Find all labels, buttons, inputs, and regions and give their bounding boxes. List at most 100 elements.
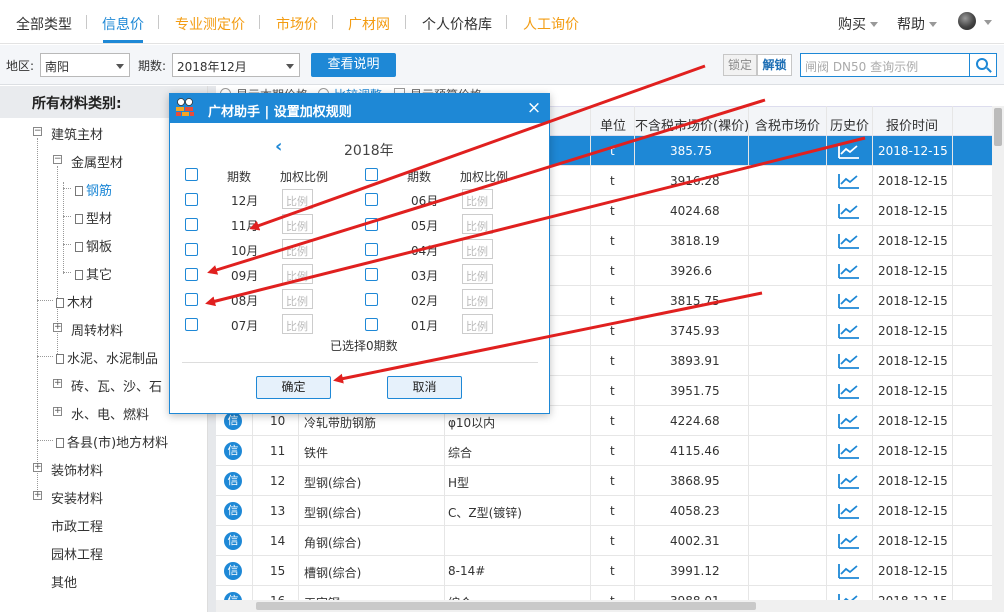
nav-professional-price[interactable]: 专业测定价 [175,14,245,34]
ratio-input[interactable]: 比例 [462,264,493,284]
ratio-input[interactable]: 比例 [462,239,493,259]
ratio-input[interactable]: 比例 [462,214,493,234]
tree-item-rebar[interactable]: 钢筋 [75,180,112,199]
tree-item-municipal[interactable]: 市政工程 [51,516,103,535]
expand-toggle-icon[interactable]: + [53,407,62,416]
table-row[interactable]: 信 12 型钢(综合) H型 t 3868.95 2018-12-15 [216,466,992,496]
month-checkbox[interactable] [365,318,378,331]
month-checkbox[interactable] [365,193,378,206]
tree-item-other[interactable]: 其它 [75,264,112,283]
horizontal-scrollbar[interactable] [216,600,992,612]
month-checkbox[interactable] [185,318,198,331]
month-checkbox[interactable] [185,293,198,306]
month-checkbox[interactable] [185,268,198,281]
trend-chart-icon[interactable] [838,203,860,219]
ratio-input[interactable]: 比例 [282,314,313,334]
tree-item-installation[interactable]: 安装材料 [51,488,103,507]
expand-toggle-icon[interactable]: + [53,379,62,388]
buy-menu[interactable]: 购买 [838,14,878,34]
month-checkbox[interactable] [185,193,198,206]
trend-chart-icon[interactable] [838,263,860,279]
ratio-input[interactable]: 比例 [462,314,493,334]
nav-labor-inquiry[interactable]: 人工询价 [523,14,579,34]
month-checkbox[interactable] [365,293,378,306]
info-badge-icon[interactable]: 信 [224,442,242,460]
tree-item-county[interactable]: 各县(市)地方材料 [56,432,168,451]
tree-item-steel-plate[interactable]: 钢板 [75,236,112,255]
chevron-down-icon[interactable] [984,20,992,25]
select-all-right-checkbox[interactable] [365,168,378,181]
info-badge-icon[interactable]: 信 [224,532,242,550]
info-badge-icon[interactable]: 信 [224,502,242,520]
ratio-input[interactable]: 比例 [282,289,313,309]
trend-chart-icon[interactable] [838,413,860,429]
month-checkbox[interactable] [185,243,198,256]
info-badge-icon[interactable]: 信 [224,562,242,580]
tree-item-water-power[interactable]: 水、电、燃料 [71,404,149,423]
header-history[interactable]: 历史价 [830,115,869,134]
collapse-toggle-icon[interactable]: − [33,127,42,136]
header-unit[interactable]: 单位 [600,115,626,134]
trend-chart-icon[interactable] [838,563,860,579]
tree-item-cement[interactable]: 水泥、水泥制品 [56,348,158,367]
header-price-inc-tax[interactable]: 含税市场价 [755,115,820,134]
trend-chart-icon[interactable] [838,353,860,369]
period-select[interactable]: 2018年12月 [172,53,300,77]
ratio-input[interactable]: 比例 [462,189,493,209]
expand-toggle-icon[interactable]: + [33,491,42,500]
nav-personal-library[interactable]: 个人价格库 [422,14,492,34]
tree-item-turnover[interactable]: 周转材料 [71,320,123,339]
trend-chart-icon[interactable] [838,293,860,309]
scrollbar-thumb[interactable] [256,602,756,610]
nav-all-types[interactable]: 全部类型 [16,14,72,34]
region-select[interactable]: 南阳 [40,53,130,77]
tree-item-landscape[interactable]: 园林工程 [51,544,103,563]
table-row[interactable]: 信 13 型钢(综合) C、Z型(镀锌) t 4058.23 2018-12-15 [216,496,992,526]
ratio-input[interactable]: 比例 [282,214,313,234]
trend-chart-icon[interactable] [838,143,860,159]
trend-chart-icon[interactable] [838,383,860,399]
search-button[interactable] [969,53,997,77]
ratio-input[interactable]: 比例 [462,289,493,309]
scrollbar-thumb[interactable] [994,108,1002,146]
tree-item-metal-profiles[interactable]: 金属型材 [71,152,123,171]
dialog-header[interactable]: 广材助手 | 设置加权规则 × [170,94,549,123]
info-badge-icon[interactable]: 信 [224,472,242,490]
unlock-button[interactable]: 解锁 [757,54,792,76]
avatar[interactable] [958,12,976,30]
vertical-scrollbar[interactable] [992,106,1004,612]
trend-chart-icon[interactable] [838,233,860,249]
tree-item-construction-main[interactable]: 建筑主材 [51,124,103,143]
confirm-button[interactable]: 确定 [256,376,331,399]
table-row[interactable]: 信 11 铁件 综合 t 4115.46 2018-12-15 [216,436,992,466]
month-checkbox[interactable] [365,268,378,281]
trend-chart-icon[interactable] [838,443,860,459]
table-row[interactable]: 信 14 角钢(综合) t 4002.31 2018-12-15 [216,526,992,556]
header-quote-date[interactable]: 报价时间 [886,115,938,134]
trend-chart-icon[interactable] [838,533,860,549]
lock-button[interactable]: 锁定 [723,54,757,76]
trend-chart-icon[interactable] [838,173,860,189]
month-checkbox[interactable] [365,218,378,231]
ratio-input[interactable]: 比例 [282,264,313,284]
view-notes-button[interactable]: 查看说明 [311,53,396,77]
help-menu[interactable]: 帮助 [897,14,937,34]
expand-toggle-icon[interactable]: + [33,463,42,472]
trend-chart-icon[interactable] [838,323,860,339]
header-price-ex-tax[interactable]: 不含税市场价(裸价) [635,115,749,134]
tree-item-profile[interactable]: 型材 [75,208,112,227]
prev-year-icon[interactable]: ‹ [275,136,295,157]
table-row[interactable]: 信 15 槽钢(综合) 8-14# t 3991.12 2018-12-15 [216,556,992,586]
select-all-left-checkbox[interactable] [185,168,198,181]
expand-toggle-icon[interactable]: + [53,323,62,332]
cancel-button[interactable]: 取消 [387,376,462,399]
nav-market-price[interactable]: 市场价 [276,14,318,34]
tree-item-decoration[interactable]: 装饰材料 [51,460,103,479]
close-icon[interactable]: × [526,100,542,117]
trend-chart-icon[interactable] [838,473,860,489]
ratio-input[interactable]: 比例 [282,239,313,259]
tree-item-others[interactable]: 其他 [51,572,77,591]
search-input[interactable]: 闸阀 DN50 查询示例 [800,53,970,77]
tree-item-wood[interactable]: 木材 [56,292,93,311]
info-badge-icon[interactable]: 信 [224,412,242,430]
